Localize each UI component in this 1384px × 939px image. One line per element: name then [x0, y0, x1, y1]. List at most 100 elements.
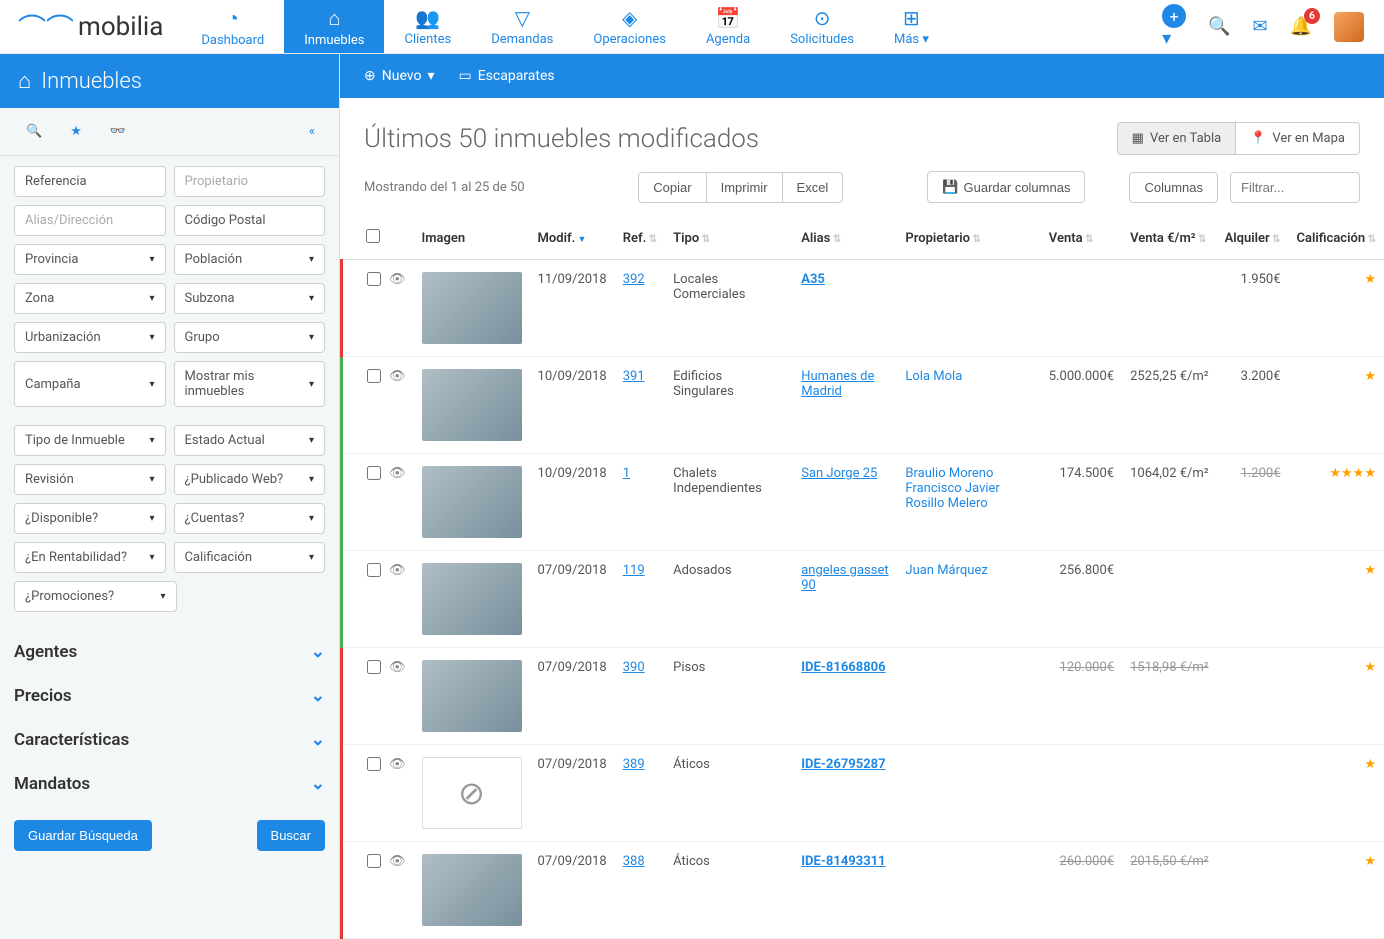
- nav-solicitudes[interactable]: ⊙Solicitudes: [770, 0, 874, 53]
- columns-button[interactable]: Columnas: [1129, 172, 1218, 203]
- row-checkbox[interactable]: [367, 660, 381, 674]
- eye-icon[interactable]: 👁: [389, 369, 406, 384]
- filter-referencia[interactable]: Referencia: [14, 166, 166, 197]
- alias-link[interactable]: San Jorge 25: [801, 466, 877, 481]
- owner-link[interactable]: Lola Mola: [905, 369, 1032, 384]
- col-venta-m2[interactable]: Venta €/m²: [1122, 217, 1216, 260]
- search-icon[interactable]: 🔍: [1208, 16, 1230, 37]
- alias-link[interactable]: IDE-81668806: [801, 660, 885, 675]
- col-alias[interactable]: Alias: [793, 217, 897, 260]
- col-alquiler[interactable]: Alquiler: [1217, 217, 1289, 260]
- eye-icon[interactable]: 👁: [389, 563, 406, 578]
- filter-provincia[interactable]: Provincia: [14, 244, 166, 275]
- view-map-button[interactable]: 📍 Ver en Mapa: [1236, 122, 1360, 155]
- filter-tipo-de-inmueble[interactable]: Tipo de Inmueble: [14, 425, 166, 456]
- filter--publicado-web-[interactable]: ¿Publicado Web?: [174, 464, 326, 495]
- view-table-button[interactable]: ▦ Ver en Tabla: [1117, 122, 1237, 155]
- section-agentes[interactable]: Agentes⌄: [0, 630, 339, 674]
- eye-icon[interactable]: 👁: [389, 272, 406, 287]
- ref-link[interactable]: 391: [623, 369, 645, 384]
- filter-mostrar-mis-inmuebles[interactable]: Mostrar mis inmuebles: [174, 361, 326, 407]
- add-button[interactable]: +▾: [1162, 4, 1186, 49]
- ref-link[interactable]: 390: [623, 660, 645, 675]
- alias-link[interactable]: IDE-26795287: [801, 757, 885, 772]
- filter--en-rentabilidad-[interactable]: ¿En Rentabilidad?: [14, 542, 166, 573]
- col-imagen[interactable]: Imagen: [414, 217, 530, 260]
- nav-inmuebles[interactable]: ⌂Inmuebles: [284, 0, 384, 53]
- tab-binoculars-icon[interactable]: 👓: [96, 118, 140, 145]
- logo[interactable]: ⌒⌒ mobilia: [0, 0, 181, 53]
- filter-urbanizaci-n[interactable]: Urbanización: [14, 322, 166, 353]
- eye-icon[interactable]: 👁: [389, 854, 406, 869]
- mail-icon[interactable]: ✉: [1252, 16, 1267, 37]
- filter-alias-direcci-n[interactable]: Alias/Dirección: [14, 205, 166, 236]
- nav-agenda[interactable]: 📅Agenda: [686, 0, 770, 53]
- bell-icon[interactable]: 🔔6: [1290, 16, 1312, 37]
- filter-c-digo-postal[interactable]: Código Postal: [174, 205, 326, 236]
- section-mandatos[interactable]: Mandatos⌄: [0, 762, 339, 806]
- filter-estado-actual[interactable]: Estado Actual: [174, 425, 326, 456]
- alias-link[interactable]: A35: [801, 272, 825, 287]
- row-checkbox[interactable]: [367, 272, 381, 286]
- nuevo-button[interactable]: ⊕ Nuevo ▾: [364, 68, 434, 84]
- alias-link[interactable]: angeles gasset 90: [801, 563, 888, 593]
- owner-link[interactable]: Braulio Moreno: [905, 466, 1032, 481]
- avatar[interactable]: [1334, 12, 1364, 42]
- property-thumb[interactable]: [422, 854, 522, 926]
- nav-más[interactable]: ⊞Más ▾: [874, 0, 949, 53]
- section-precios[interactable]: Precios⌄: [0, 674, 339, 718]
- filter-propietario[interactable]: Propietario: [174, 166, 326, 197]
- col-tipo[interactable]: Tipo: [665, 217, 793, 260]
- section-características[interactable]: Características⌄: [0, 718, 339, 762]
- filter-calificaci-n[interactable]: Calificación: [174, 542, 326, 573]
- eye-icon[interactable]: 👁: [389, 466, 406, 481]
- row-checkbox[interactable]: [367, 369, 381, 383]
- nav-clientes[interactable]: 👥Clientes: [384, 0, 471, 53]
- row-checkbox[interactable]: [367, 466, 381, 480]
- col-modif[interactable]: Modif.: [530, 217, 615, 260]
- ref-link[interactable]: 392: [623, 272, 645, 287]
- property-thumb[interactable]: [422, 466, 522, 538]
- property-thumb[interactable]: [422, 563, 522, 635]
- filter-grupo[interactable]: Grupo: [174, 322, 326, 353]
- nav-dashboard[interactable]: ◔Dashboard: [181, 0, 284, 53]
- filter-revisi-n[interactable]: Revisión: [14, 464, 166, 495]
- filter--disponible-[interactable]: ¿Disponible?: [14, 503, 166, 534]
- eye-icon[interactable]: 👁: [389, 660, 406, 675]
- search-button[interactable]: Buscar: [257, 820, 325, 851]
- filter-campa-a[interactable]: Campaña: [14, 361, 166, 407]
- alias-link[interactable]: IDE-81493311: [801, 854, 885, 869]
- property-thumb[interactable]: [422, 369, 522, 441]
- copiar-button[interactable]: Copiar: [638, 172, 706, 203]
- ref-link[interactable]: 119: [623, 563, 645, 578]
- row-checkbox[interactable]: [367, 854, 381, 868]
- owner-link[interactable]: Juan Márquez: [905, 563, 1032, 578]
- save-search-button[interactable]: Guardar Búsqueda: [14, 820, 152, 851]
- ref-link[interactable]: 389: [623, 757, 645, 772]
- ref-link[interactable]: 1: [623, 466, 630, 481]
- excel-button[interactable]: Excel: [783, 172, 844, 203]
- collapse-icon[interactable]: «: [297, 118, 327, 145]
- filter-poblaci-n[interactable]: Población: [174, 244, 326, 275]
- col-ref[interactable]: Ref.: [615, 217, 665, 260]
- nav-demandas[interactable]: ▽Demandas: [471, 0, 573, 53]
- select-all-checkbox[interactable]: [366, 229, 380, 243]
- nav-operaciones[interactable]: ◈Operaciones: [573, 0, 686, 53]
- filter-input[interactable]: [1230, 172, 1360, 203]
- property-thumb[interactable]: [422, 272, 522, 344]
- escaparates-button[interactable]: ▭ Escaparates: [458, 68, 554, 84]
- row-checkbox[interactable]: [367, 563, 381, 577]
- col-venta[interactable]: Venta: [1041, 217, 1122, 260]
- alias-link[interactable]: Humanes de Madrid: [801, 369, 874, 399]
- row-checkbox[interactable]: [367, 757, 381, 771]
- tab-star-icon[interactable]: ★: [56, 118, 96, 145]
- owner-link[interactable]: Francisco Javier Rosillo Melero: [905, 481, 1032, 511]
- col-calificacion[interactable]: Calificación: [1289, 217, 1384, 260]
- filter--cuentas-[interactable]: ¿Cuentas?: [174, 503, 326, 534]
- tab-search-icon[interactable]: 🔍: [12, 118, 56, 145]
- ref-link[interactable]: 388: [623, 854, 645, 869]
- filter-zona[interactable]: Zona: [14, 283, 166, 314]
- filter-subzona[interactable]: Subzona: [174, 283, 326, 314]
- save-columns-button[interactable]: 💾 Guardar columnas: [927, 171, 1085, 203]
- property-thumb[interactable]: [422, 660, 522, 732]
